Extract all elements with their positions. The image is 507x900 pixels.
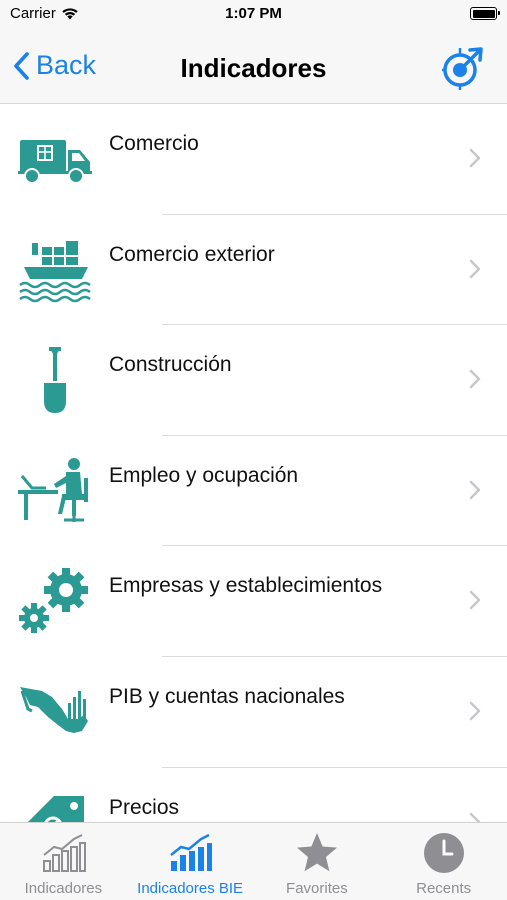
tab-bar: Indicadores Indicadores BIE Favorites Re…	[0, 822, 507, 900]
mexico-map-chart-icon	[20, 686, 88, 733]
indicator-list: Comercio Comercio exterior Construcción …	[0, 104, 507, 822]
list-item-empresas[interactable]: Empresas y establecimientos	[0, 546, 507, 657]
list-item-construccion[interactable]: Construcción	[0, 325, 507, 436]
worker-at-desk-icon	[18, 457, 88, 522]
chevron-right-icon	[469, 369, 481, 389]
chevron-right-icon	[469, 591, 481, 610]
gears-icon	[19, 568, 88, 634]
tab-label: Favorites	[286, 880, 348, 897]
list-item-precios[interactable]: Precios	[0, 768, 507, 822]
delivery-truck-icon	[18, 140, 92, 184]
list-item-comercio-exterior[interactable]: Comercio exterior	[0, 215, 507, 326]
bar-chart-outline-icon	[43, 834, 87, 872]
list-item-label: Comercio	[109, 132, 199, 155]
list-item-pib[interactable]: PIB y cuentas nacionales	[0, 657, 507, 768]
tab-label: Indicadores BIE	[137, 880, 244, 897]
page-title: Indicadores	[180, 53, 327, 83]
cargo-ship-icon	[19, 240, 91, 302]
battery-icon	[470, 7, 500, 20]
list-item-label: Empleo y ocupación	[109, 463, 299, 487]
list-item-label: PIB y cuentas nacionales	[109, 684, 345, 708]
target-share-icon[interactable]	[441, 46, 485, 90]
shovel-icon	[44, 347, 66, 414]
list-item-label: Precios	[109, 795, 180, 819]
list-item-label: Construcción	[109, 353, 232, 377]
list-item-label: Comercio exterior	[109, 242, 275, 266]
chevron-right-icon	[469, 812, 481, 822]
chevron-right-icon	[469, 148, 481, 168]
bar-chart-filled-icon	[170, 833, 213, 871]
chevron-right-icon	[469, 480, 481, 500]
status-bar: Carrier 1:07 PM	[0, 0, 507, 28]
list-item-label: Empresas y establecimientos	[109, 574, 383, 598]
tab-label: Recents	[416, 880, 472, 897]
tab-recents[interactable]: Recents	[380, 823, 507, 900]
list-item-comercio[interactable]: Comercio	[0, 104, 507, 215]
list-item-empleo[interactable]: Empleo y ocupación	[0, 436, 507, 547]
status-time: 1:07 PM	[225, 5, 282, 22]
price-tag-icon	[27, 795, 84, 822]
tab-label: Indicadores	[24, 880, 103, 897]
star-icon	[296, 833, 337, 872]
tab-favorites[interactable]: Favorites	[254, 823, 381, 900]
clock-icon	[423, 833, 464, 873]
chevron-right-icon	[469, 701, 481, 721]
tab-indicadores-bie[interactable]: Indicadores BIE	[127, 823, 254, 900]
tab-indicadores[interactable]: Indicadores	[0, 823, 127, 900]
chevron-right-icon	[469, 259, 481, 278]
navigation-bar: Back Indicadores	[0, 28, 507, 104]
